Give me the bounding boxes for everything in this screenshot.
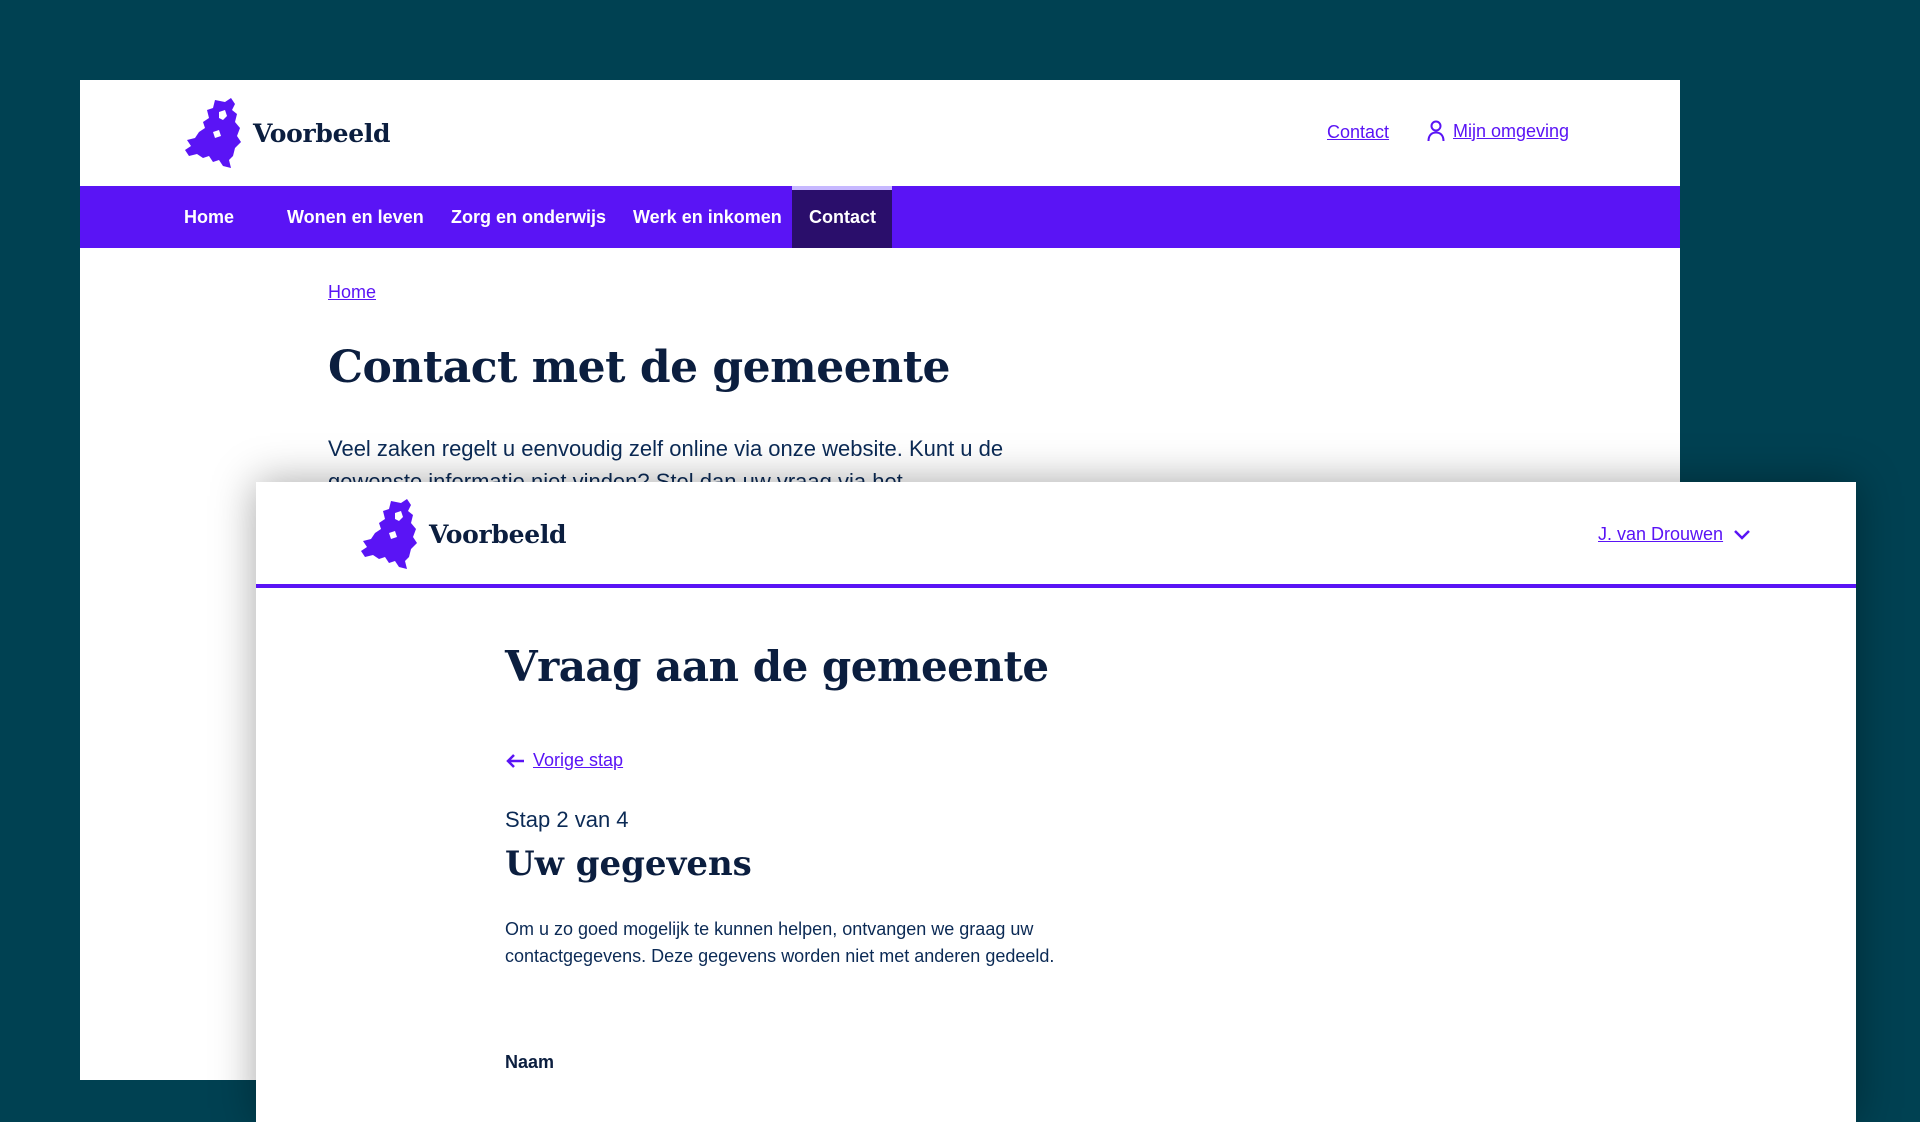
- previous-step-label: Vorige stap: [533, 750, 624, 770]
- previous-step-link[interactable]: Vorige stap: [505, 750, 623, 771]
- site-header: Voorbeeld Contact Mijn omgeving: [80, 80, 1680, 186]
- mijn-omgeving-link[interactable]: Mijn omgeving: [1427, 120, 1569, 142]
- user-name: J. van Drouwen: [1598, 524, 1724, 544]
- nav-item-werk-en-inkomen[interactable]: Werk en inkomen: [616, 186, 799, 248]
- site-logo[interactable]: Voorbeeld: [185, 98, 391, 168]
- nav-item-contact[interactable]: Contact: [792, 186, 892, 248]
- form-title: Vraag aan de gemeente: [505, 642, 1049, 691]
- form-header: Voorbeeld J. van Drouwen: [256, 482, 1856, 588]
- nav-item-zorg-en-onderwijs[interactable]: Zorg en onderwijs: [434, 186, 623, 248]
- chevron-down-icon: [1734, 529, 1750, 540]
- question-form-window: Voorbeeld J. van Drouwen Vraag aan de ge…: [256, 482, 1856, 1122]
- step-indicator: Stap 2 van 4: [505, 807, 629, 832]
- site-logo[interactable]: Voorbeeld: [361, 499, 567, 569]
- logo-text: Voorbeeld: [253, 118, 391, 148]
- section-title: Uw gegevens: [505, 844, 752, 884]
- arrow-left-icon: [506, 753, 524, 768]
- nav-item-home[interactable]: Home: [167, 186, 251, 248]
- user-menu[interactable]: J. van Drouwen: [1598, 524, 1751, 545]
- logo-text: Voorbeeld: [429, 519, 567, 549]
- section-description: Om u zo goed mogelijk te kunnen helpen, …: [505, 919, 1055, 966]
- user-icon: [1427, 120, 1445, 142]
- netherlands-map-icon: [361, 499, 417, 569]
- mijn-omgeving-label: Mijn omgeving: [1453, 120, 1570, 141]
- breadcrumb-home[interactable]: Home: [328, 282, 376, 303]
- name-field-label: Naam: [505, 1052, 555, 1072]
- nav-item-wonen-en-leven[interactable]: Wonen en leven: [270, 186, 441, 248]
- main-navigation: Home Wonen en leven Zorg en onderwijs We…: [80, 186, 1680, 248]
- netherlands-map-icon: [185, 98, 241, 168]
- contact-link[interactable]: Contact: [1327, 122, 1389, 143]
- page-title: Contact met de gemeente: [328, 342, 951, 393]
